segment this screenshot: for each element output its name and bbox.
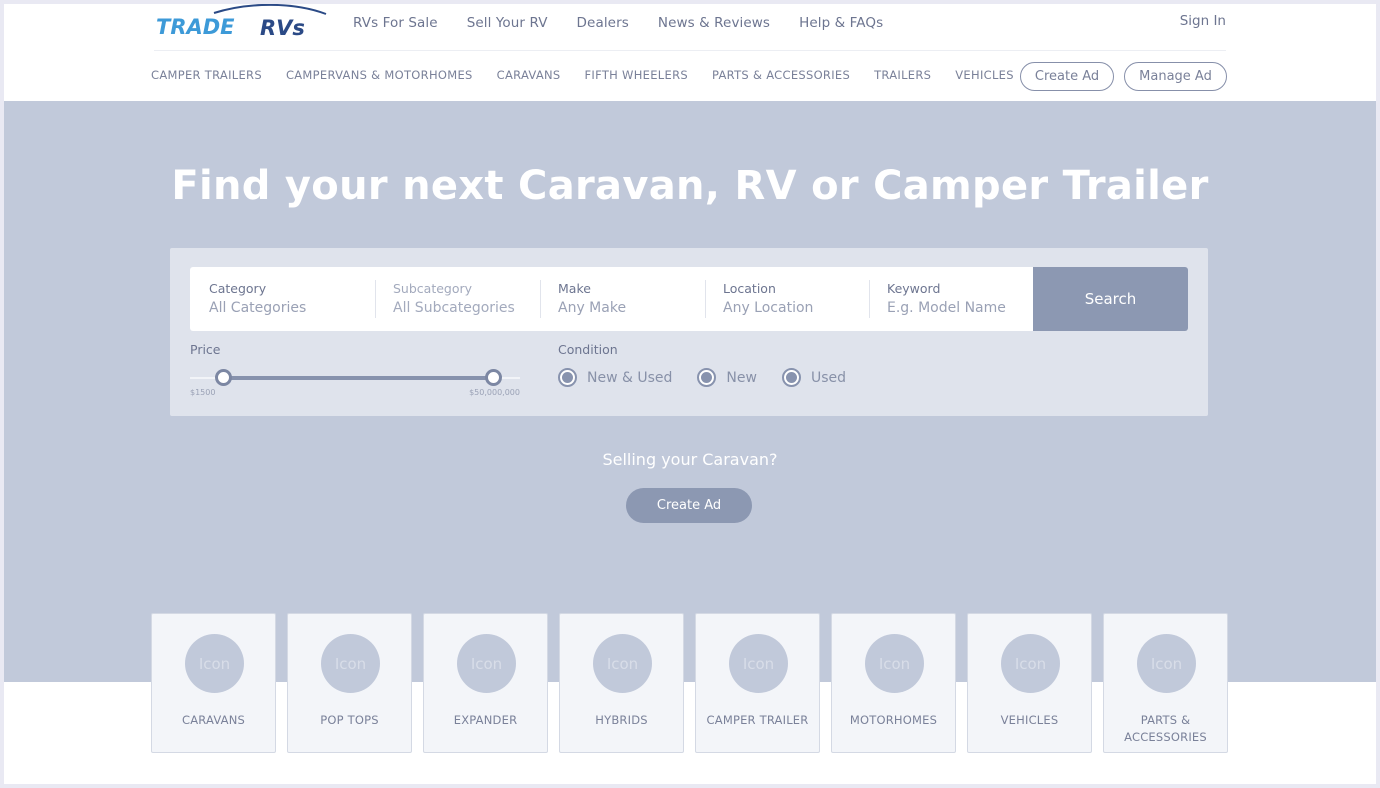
category-card-label: POP TOPS [320,713,379,727]
keyword-label: Keyword [887,281,941,296]
expander-icon: Icon [457,634,516,693]
category-card-caravans[interactable]: Icon CARAVANS [151,613,276,753]
catnav-parts-accessories[interactable]: PARTS & ACCESSORIES [712,68,850,82]
category-card-parts-accessories[interactable]: Icon PARTS & ACCESSORIES [1103,613,1228,753]
hero-title: Find your next Caravan, RV or Camper Tra… [171,163,1209,209]
make-select[interactable]: Make Any Make [540,267,705,331]
subcategory-value: All Subcategories [393,300,515,316]
catnav-fifth-wheelers[interactable]: FIFTH WHEELERS [585,68,688,82]
condition-option-label: New & Used [587,369,673,386]
category-card-label: MOTORHOMES [849,713,938,727]
category-value: All Categories [209,300,307,316]
hybrid-icon: Icon [593,634,652,693]
caravan-icon: Icon [185,634,244,693]
sign-in-link[interactable]: Sign In [1180,13,1226,29]
catnav-camper-trailers[interactable]: CAMPER TRAILERS [151,68,262,82]
search-button[interactable]: Search [1033,267,1188,331]
parts-accessories-icon: Icon [1137,634,1196,693]
slider-range-fill [223,376,494,380]
condition-new-used-radio[interactable]: New & Used [558,368,672,387]
condition-label: Condition [558,342,618,357]
top-nav: RVs For Sale Sell Your RV Dealers News &… [353,15,912,31]
category-card-expander[interactable]: Icon EXPANDER [423,613,548,753]
keyword-field[interactable]: Keyword E.g. Model Name [869,267,1033,331]
nav-dealers[interactable]: Dealers [577,15,629,31]
search-panel: Category All Categories Subcategory All … [170,248,1208,416]
category-cards: Icon CARAVANS Icon POP TOPS Icon EXPANDE… [151,613,1239,753]
hero-create-ad-button[interactable]: Create Ad [626,488,752,523]
nav-rvs-for-sale[interactable]: RVs For Sale [353,15,438,31]
catnav-campervans-motorhomes[interactable]: CAMPERVANS & MOTORHOMES [286,68,473,82]
category-label: Category [209,281,267,296]
page: TRADE RVs RVs For Sale Sell Your RV Deal… [4,4,1376,784]
category-card-label: CAMPER TRAILER [706,713,809,727]
radio-dot-icon [781,368,801,387]
condition-radio-group: New & Used New Used [558,368,871,387]
category-card-camper-trailer[interactable]: Icon CAMPER TRAILER [695,613,820,753]
price-range-slider[interactable]: $1500 $50,000,000 [190,368,520,398]
location-label: Location [723,281,776,296]
radio-dot-icon [558,368,577,387]
location-select[interactable]: Location Any Location [705,267,869,331]
category-card-label: VEHICLES [1000,713,1059,727]
condition-option-label: New [726,369,757,386]
hero-section: Find your next Caravan, RV or Camper Tra… [4,101,1376,682]
camper-trailer-icon: Icon [729,634,788,693]
radio-dot-icon [697,368,717,387]
header-create-ad-button[interactable]: Create Ad [1020,62,1114,91]
traderv-logo[interactable]: TRADE RVs [154,4,330,44]
subcategory-label: Subcategory [393,281,473,296]
catnav-trailers[interactable]: TRAILERS [874,68,931,82]
site-header: TRADE RVs RVs For Sale Sell Your RV Deal… [4,4,1376,101]
nav-news-reviews[interactable]: News & Reviews [658,15,770,31]
location-value: Any Location [723,300,814,316]
make-value: Any Make [558,300,627,316]
condition-used-radio[interactable]: Used [781,368,846,387]
make-label: Make [558,281,591,296]
category-card-hybrids[interactable]: Icon HYBRIDS [559,613,684,753]
subcategory-select[interactable]: Subcategory All Subcategories [375,267,540,331]
category-card-motorhomes[interactable]: Icon MOTORHOMES [831,613,956,753]
category-card-label: PARTS & ACCESSORIES [1124,713,1207,744]
header-divider [154,50,1226,51]
slider-min-handle[interactable] [214,369,232,386]
vehicle-icon: Icon [1001,634,1060,693]
price-min-label: $1500 [190,388,216,397]
category-card-label: EXPANDER [453,713,518,727]
condition-new-radio[interactable]: New [697,368,757,387]
price-max-label: $50,000,000 [469,388,520,397]
keyword-input[interactable]: E.g. Model Name [887,300,1033,316]
category-nav: CAMPER TRAILERS CAMPERVANS & MOTORHOMES … [151,68,1038,82]
catnav-vehicles[interactable]: VEHICLES [955,68,1014,82]
header-manage-ad-button[interactable]: Manage Ad [1124,62,1227,91]
category-card-vehicles[interactable]: Icon VEHICLES [967,613,1092,753]
nav-sell-your-rv[interactable]: Sell Your RV [467,15,548,31]
search-box: Category All Categories Subcategory All … [190,267,1033,331]
catnav-caravans[interactable]: CARAVANS [497,68,561,82]
price-label: Price [190,342,221,357]
category-select[interactable]: Category All Categories [190,267,375,331]
selling-prompt: Selling your Caravan? [602,450,778,469]
category-card-pop-tops[interactable]: Icon POP TOPS [287,613,412,753]
logo-rvs-text: RVs [260,16,305,40]
nav-help-faqs[interactable]: Help & FAQs [799,15,883,31]
pop-top-icon: Icon [321,634,380,693]
category-card-label: CARAVANS [181,713,246,727]
condition-option-label: Used [810,369,846,386]
logo-trade-text: TRADE [156,15,235,39]
motorhome-icon: Icon [865,634,924,693]
slider-max-handle[interactable] [485,369,503,386]
category-card-label: HYBRIDS [595,713,648,727]
